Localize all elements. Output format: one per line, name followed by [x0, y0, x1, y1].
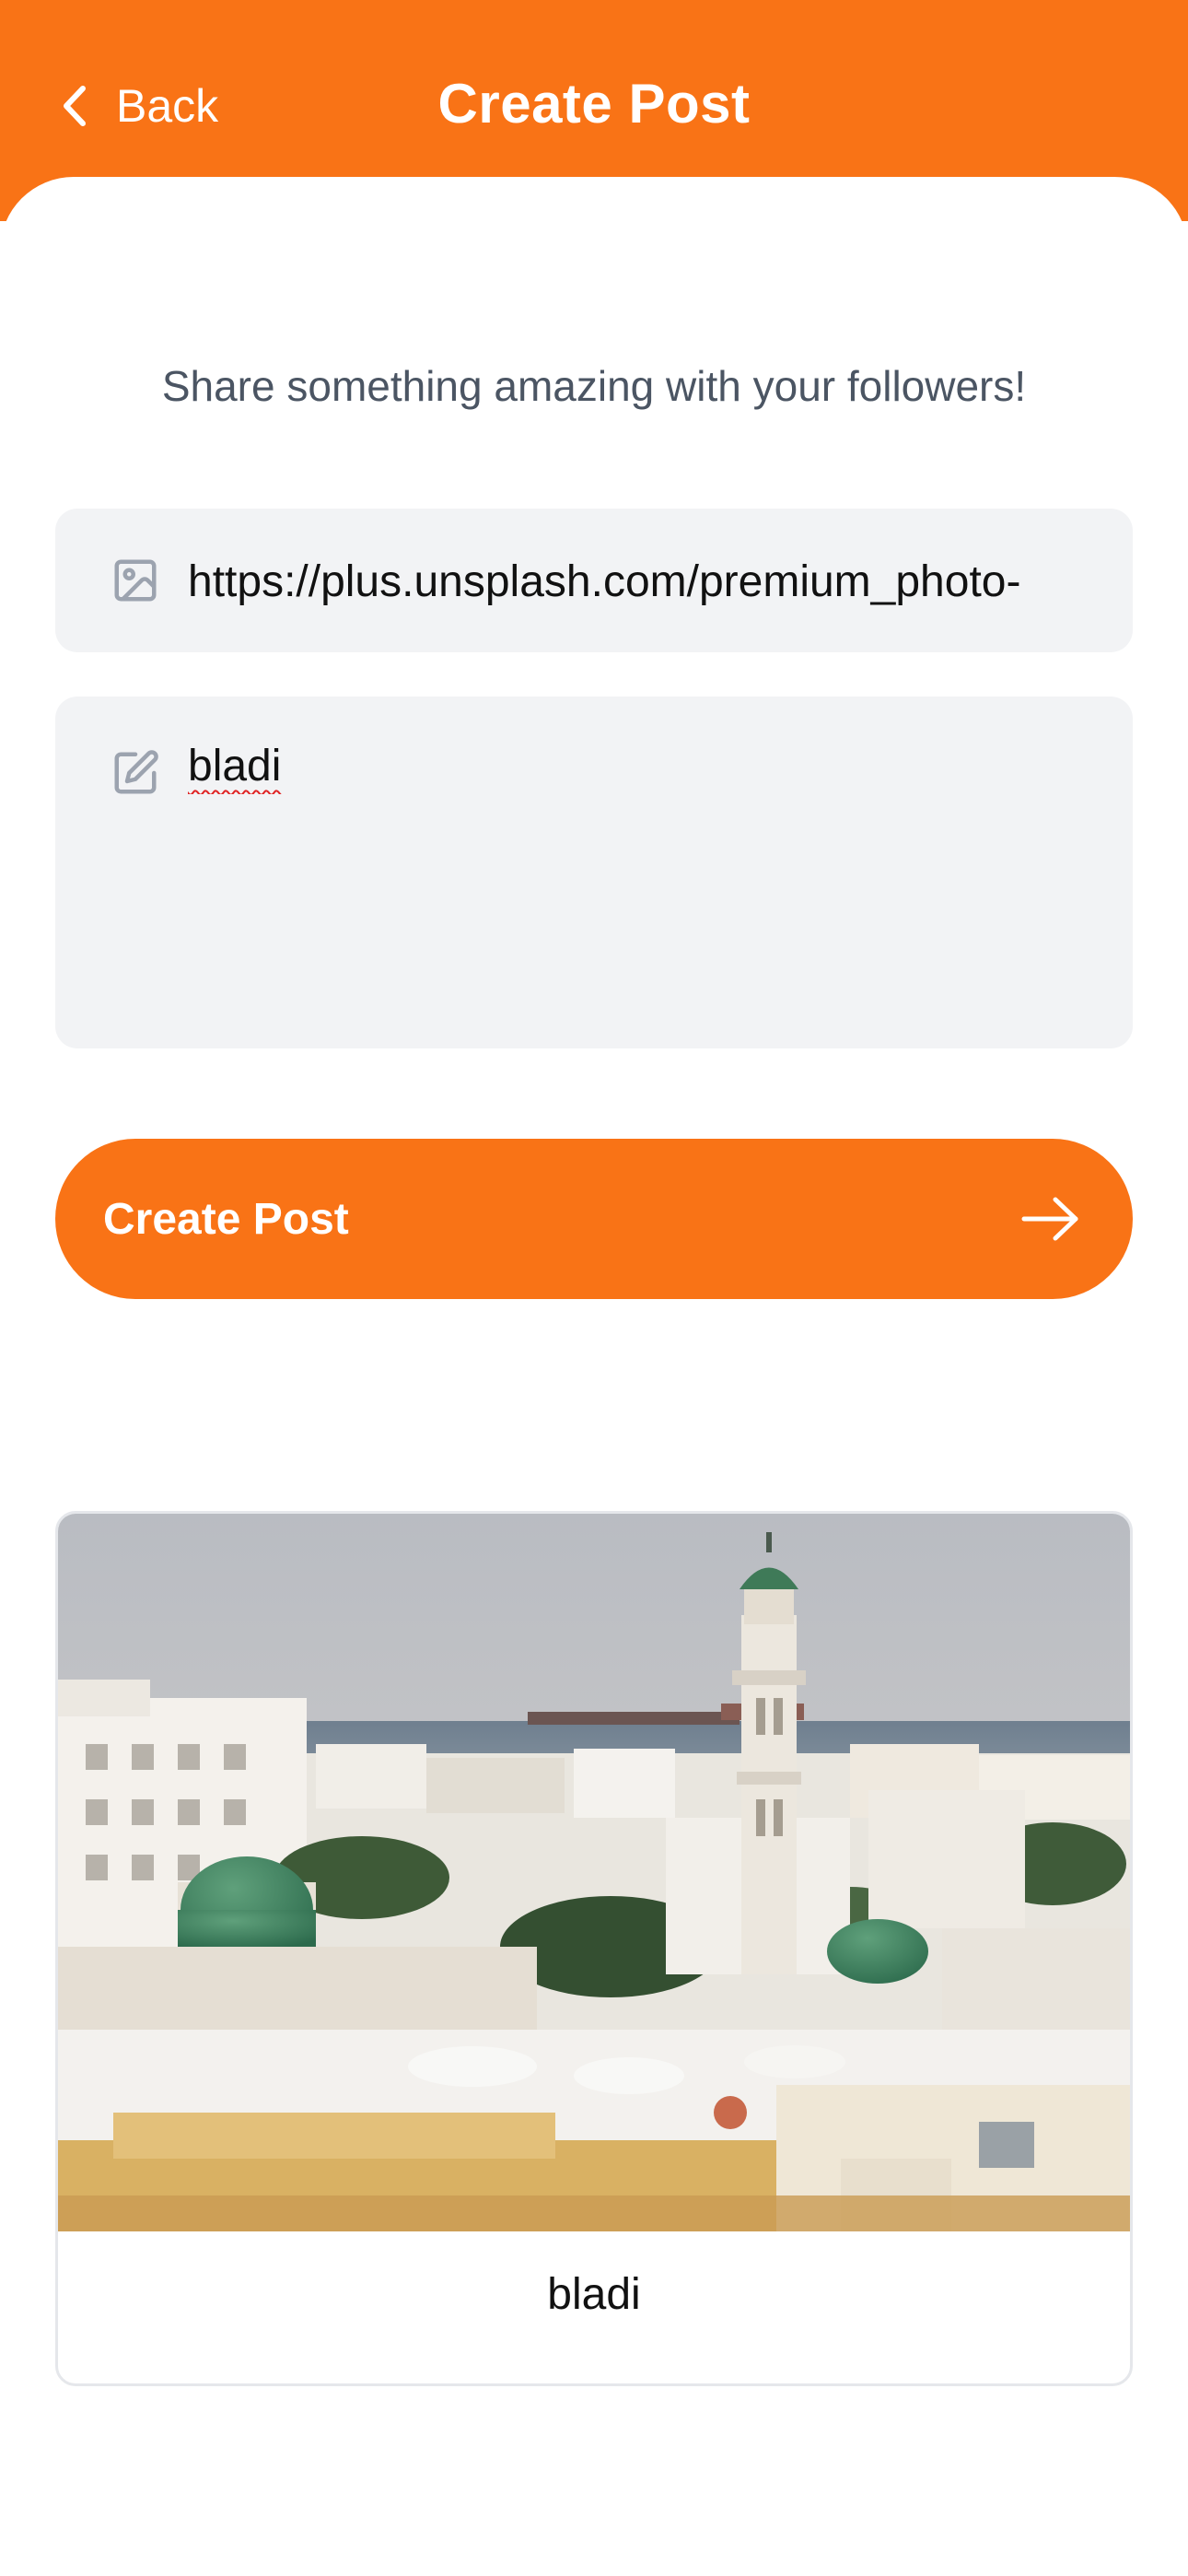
image-url-field[interactable]: https://plus.unsplash.com/premium_photo-	[55, 509, 1133, 652]
page-title: Create Post	[437, 73, 751, 135]
edit-icon	[114, 750, 158, 794]
arrow-right-icon	[1021, 1197, 1078, 1241]
post-preview-card[interactable]: bladi	[55, 1511, 1133, 2386]
form-subtitle: Share something amazing with your follow…	[161, 362, 1027, 410]
create-post-button[interactable]: Create Post	[55, 1139, 1133, 1299]
image-icon	[114, 559, 157, 602]
post-image	[58, 1514, 1130, 2231]
post-caption: bladi	[547, 2270, 641, 2319]
caption-input[interactable]: bladi	[188, 739, 1087, 794]
create-post-label: Create Post	[103, 1194, 349, 1244]
caption-field[interactable]: bladi	[55, 697, 1133, 1048]
image-url-input[interactable]: https://plus.unsplash.com/premium_photo-	[188, 555, 1087, 610]
